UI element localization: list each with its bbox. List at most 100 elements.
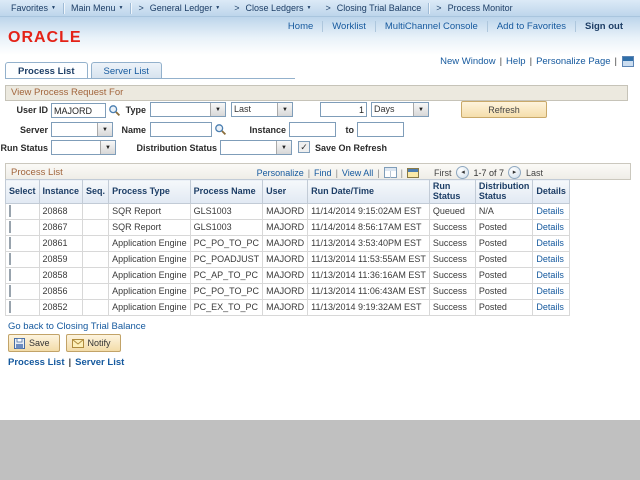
last-link[interactable]: Last — [523, 168, 546, 178]
download-grid-icon[interactable] — [384, 167, 397, 178]
row-checkbox[interactable] — [9, 301, 11, 313]
dropdown-arrow-icon — [277, 103, 292, 116]
distribution-status-select[interactable] — [220, 140, 292, 155]
row-checkbox[interactable] — [9, 253, 11, 265]
refresh-button[interactable]: Refresh — [461, 101, 547, 118]
details-link[interactable]: Details — [536, 270, 564, 280]
tab-server-list[interactable]: Server List — [91, 62, 162, 79]
details-link[interactable]: Details — [536, 238, 564, 248]
user-id-input[interactable] — [51, 103, 106, 118]
cell-select — [6, 267, 40, 283]
instance-from-input[interactable] — [289, 122, 336, 137]
masthead: Home Worklist MultiChannel Console Add t… — [0, 17, 640, 55]
cell-process-name: PC_PO_TO_PC — [190, 235, 263, 251]
cell-user: MAJORD — [263, 251, 308, 267]
go-back-link[interactable]: Go back to Closing Trial Balance — [8, 321, 146, 332]
window-layout-icon[interactable] — [622, 56, 634, 67]
breadcrumb-item-general-ledger[interactable]: General Ledger — [131, 0, 227, 16]
row-checkbox[interactable] — [9, 269, 11, 281]
user-id-label: User ID — [0, 105, 48, 115]
add-to-favorites-link[interactable]: Add to Favorites — [488, 21, 576, 32]
cell-run-datetime: 11/14/2014 9:15:02AM EST — [308, 203, 430, 219]
breadcrumb-item-process-monitor[interactable]: Process Monitor — [429, 0, 519, 16]
notify-button[interactable]: Notify — [66, 334, 121, 352]
multichannel-console-link[interactable]: MultiChannel Console — [376, 21, 488, 32]
sign-out-link[interactable]: Sign out — [576, 21, 632, 32]
personalize-page-link[interactable]: Personalize Page — [532, 56, 614, 67]
type-label: Type — [100, 105, 146, 115]
row-checkbox[interactable] — [9, 221, 11, 233]
table-header-row: Select Instance Seq. Process Type Proces… — [6, 180, 570, 204]
type-select[interactable] — [150, 102, 226, 117]
cell-user: MAJORD — [263, 267, 308, 283]
first-link[interactable]: First — [431, 168, 455, 178]
table-row: 20868 SQR Report GLS1003 MAJORD 11/14/20… — [6, 203, 570, 219]
filter-section-header: View Process Request For — [5, 85, 628, 101]
last-count-input[interactable] — [320, 102, 367, 117]
save-on-refresh-label: Save On Refresh — [315, 143, 405, 153]
col-run-datetime: Run Date/Time — [308, 180, 430, 204]
details-link[interactable]: Details — [536, 254, 564, 264]
details-link[interactable]: Details — [536, 302, 564, 312]
col-instance: Instance — [39, 180, 83, 204]
breadcrumb-item-favorites[interactable]: Favorites — [4, 0, 63, 16]
row-checkbox[interactable] — [9, 237, 11, 249]
cell-select — [6, 203, 40, 219]
dropdown-arrow-icon — [210, 103, 225, 116]
cell-distribution-status: Posted — [475, 219, 533, 235]
run-status-select[interactable] — [51, 140, 116, 155]
row-checkbox[interactable] — [9, 285, 11, 297]
cell-select — [6, 299, 40, 315]
cell-process-type: Application Engine — [109, 299, 191, 315]
distribution-status-label: Distribution Status — [120, 143, 217, 153]
personalize-link[interactable]: Personalize — [255, 168, 306, 178]
link-separator — [399, 168, 405, 178]
grid-titlebar: Process List Personalize Find View All F… — [5, 163, 631, 180]
cell-distribution-status: Posted — [475, 235, 533, 251]
table-row: 20867 SQR Report GLS1003 MAJORD 11/14/20… — [6, 219, 570, 235]
cell-process-name: GLS1003 — [190, 203, 263, 219]
server-list-link[interactable]: Server List — [75, 357, 124, 368]
distribution-status-select-value — [221, 141, 276, 154]
type-select-value — [151, 103, 210, 116]
breadcrumb-item-closing-trial-balance[interactable]: Closing Trial Balance — [318, 0, 428, 16]
worklist-link[interactable]: Worklist — [323, 21, 376, 32]
cell-details: Details — [533, 299, 570, 315]
to-label: to — [340, 125, 354, 135]
cell-seq — [83, 283, 109, 299]
bottom-links: Process List Server List — [8, 357, 124, 368]
save-on-refresh-checkbox[interactable] — [298, 141, 310, 153]
home-link[interactable]: Home — [279, 21, 323, 32]
detach-grid-icon[interactable] — [407, 168, 419, 178]
instance-to-input[interactable] — [357, 122, 404, 137]
next-page-icon[interactable] — [508, 166, 521, 179]
view-all-link[interactable]: View All — [340, 168, 375, 178]
last-select[interactable]: Last — [231, 102, 293, 117]
cell-distribution-status: Posted — [475, 267, 533, 283]
tab-process-list[interactable]: Process List — [5, 62, 88, 79]
previous-page-icon[interactable] — [456, 166, 469, 179]
help-link[interactable]: Help — [502, 56, 530, 67]
breadcrumb-item-close-ledgers[interactable]: Close Ledgers — [227, 0, 318, 16]
name-input[interactable] — [150, 122, 212, 137]
process-list-link[interactable]: Process List — [8, 357, 65, 368]
cell-seq — [83, 203, 109, 219]
cell-run-status: Success — [429, 267, 475, 283]
save-button-label: Save — [29, 338, 50, 348]
details-link[interactable]: Details — [536, 222, 564, 232]
new-window-link[interactable]: New Window — [436, 56, 499, 67]
col-process-name: Process Name — [190, 180, 263, 204]
find-link[interactable]: Find — [312, 168, 334, 178]
row-checkbox[interactable] — [9, 205, 11, 217]
save-button[interactable]: Save — [8, 334, 60, 352]
name-lookup-icon[interactable] — [214, 123, 227, 136]
breadcrumb-item-main-menu[interactable]: Main Menu — [64, 0, 130, 16]
cell-user: MAJORD — [263, 283, 308, 299]
cell-details: Details — [533, 235, 570, 251]
details-link[interactable]: Details — [536, 286, 564, 296]
cell-run-datetime: 11/13/2014 11:06:43AM EST — [308, 283, 430, 299]
details-link[interactable]: Details — [536, 206, 564, 216]
server-label: Server — [0, 125, 48, 135]
unit-select[interactable]: Days — [371, 102, 429, 117]
notify-button-label: Notify — [88, 338, 111, 348]
